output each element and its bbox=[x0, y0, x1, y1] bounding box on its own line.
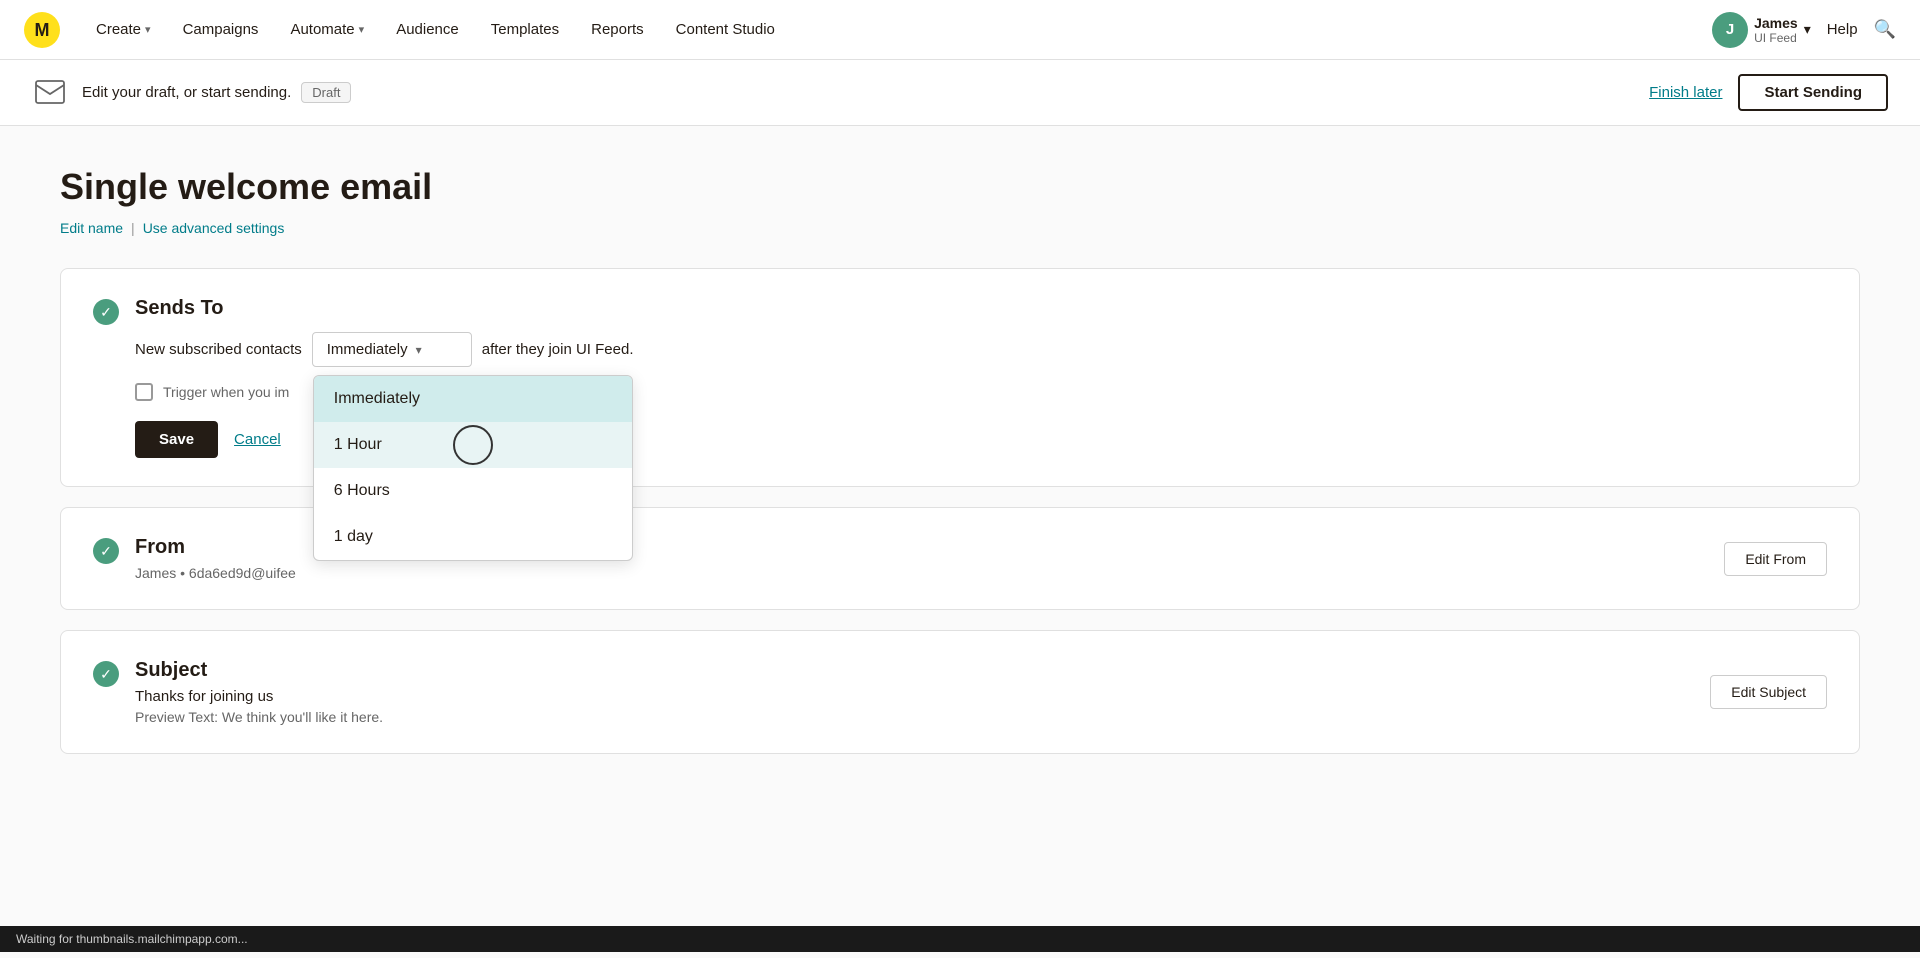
start-sending-button[interactable]: Start Sending bbox=[1738, 74, 1888, 111]
timing-dropdown-value: Immediately bbox=[327, 341, 408, 358]
avatar: J bbox=[1712, 12, 1748, 48]
subject-section-inner: ✓ Subject Thanks for joining us Preview … bbox=[93, 659, 1827, 725]
subject-text: Thanks for joining us bbox=[135, 688, 383, 705]
timing-dropdown[interactable]: Immediately ▾ Immediately 1 Hour 6 Hours bbox=[312, 332, 472, 367]
edit-name-link[interactable]: Edit name bbox=[60, 220, 123, 236]
help-link[interactable]: Help bbox=[1827, 21, 1858, 38]
from-left: ✓ From James • 6da6ed9d@uifee bbox=[93, 536, 296, 581]
nav-right: J James UI Feed ▾ Help 🔍 bbox=[1712, 12, 1896, 48]
draft-icon bbox=[32, 75, 68, 111]
mailchimp-logo[interactable]: M bbox=[24, 12, 60, 48]
sends-to-title: Sends To bbox=[135, 297, 224, 320]
status-bar-text: Waiting for thumbnails.mailchimpapp.com.… bbox=[16, 932, 248, 946]
nav-create[interactable]: Create ▾ bbox=[84, 15, 163, 44]
top-nav: M Create ▾ Campaigns Automate ▾ Audience… bbox=[0, 0, 1920, 60]
save-button[interactable]: Save bbox=[135, 421, 218, 458]
trigger-label: Trigger when you im bbox=[163, 384, 289, 400]
dropdown-option-immediately[interactable]: Immediately bbox=[314, 376, 632, 422]
from-detail: James • 6da6ed9d@uifee bbox=[135, 565, 296, 581]
timing-dropdown-menu: Immediately 1 Hour 6 Hours 1 day bbox=[313, 375, 633, 561]
edit-from-button[interactable]: Edit From bbox=[1724, 542, 1827, 576]
nav-templates[interactable]: Templates bbox=[479, 15, 571, 44]
nav-reports[interactable]: Reports bbox=[579, 15, 656, 44]
meta-divider: | bbox=[131, 220, 135, 236]
dropdown-option-6hours[interactable]: 6 Hours bbox=[314, 468, 632, 514]
sends-to-card: ✓ Sends To New subscribed contacts Immed… bbox=[60, 268, 1860, 487]
sends-to-prefix: New subscribed contacts bbox=[135, 341, 302, 358]
dropdown-option-1day[interactable]: 1 day bbox=[314, 514, 632, 560]
status-bar: Waiting for thumbnails.mailchimpapp.com.… bbox=[0, 926, 1920, 952]
sends-to-suffix: after they join UI Feed. bbox=[482, 341, 634, 358]
from-check-icon: ✓ bbox=[93, 538, 119, 564]
user-chevron-icon: ▾ bbox=[1804, 21, 1811, 38]
cursor-indicator bbox=[453, 425, 493, 465]
draft-bar-right: Finish later Start Sending bbox=[1649, 74, 1888, 111]
draft-bar-text: Edit your draft, or start sending. bbox=[82, 84, 291, 101]
nav-content-studio[interactable]: Content Studio bbox=[664, 15, 787, 44]
timing-dropdown-chevron-icon: ▾ bbox=[416, 343, 422, 357]
sends-to-check-icon: ✓ bbox=[93, 299, 119, 325]
automate-chevron-icon: ▾ bbox=[359, 23, 365, 36]
draft-bar: Edit your draft, or start sending. Draft… bbox=[0, 60, 1920, 126]
from-title: From bbox=[135, 536, 296, 559]
subject-left: ✓ Subject Thanks for joining us Preview … bbox=[93, 659, 383, 725]
subject-check-icon: ✓ bbox=[93, 661, 119, 687]
user-name: James bbox=[1754, 15, 1798, 31]
dropdown-option-1hour[interactable]: 1 Hour bbox=[314, 422, 632, 468]
user-menu[interactable]: J James UI Feed ▾ bbox=[1712, 12, 1811, 48]
trigger-checkbox[interactable] bbox=[135, 383, 153, 401]
draft-badge: Draft bbox=[301, 82, 351, 103]
nav-campaigns[interactable]: Campaigns bbox=[171, 15, 271, 44]
preview-text: Preview Text: We think you'll like it he… bbox=[135, 709, 383, 725]
page-meta: Edit name | Use advanced settings bbox=[60, 220, 1860, 236]
cancel-button[interactable]: Cancel bbox=[234, 431, 281, 448]
main-content: Single welcome email Edit name | Use adv… bbox=[0, 126, 1920, 958]
page-title: Single welcome email bbox=[60, 166, 1860, 208]
sends-to-row: New subscribed contacts Immediately ▾ Im… bbox=[135, 332, 1827, 367]
edit-subject-button[interactable]: Edit Subject bbox=[1710, 675, 1827, 709]
sends-to-body: New subscribed contacts Immediately ▾ Im… bbox=[135, 332, 1827, 458]
finish-later-button[interactable]: Finish later bbox=[1649, 84, 1722, 101]
search-icon[interactable]: 🔍 bbox=[1874, 19, 1896, 40]
use-advanced-settings-link[interactable]: Use advanced settings bbox=[143, 220, 285, 236]
user-sub: UI Feed bbox=[1754, 31, 1798, 45]
create-chevron-icon: ▾ bbox=[145, 23, 151, 36]
subject-title: Subject bbox=[135, 659, 383, 682]
nav-audience[interactable]: Audience bbox=[384, 15, 471, 44]
svg-text:M: M bbox=[35, 20, 50, 40]
sends-to-header: ✓ Sends To bbox=[93, 297, 1827, 326]
nav-automate[interactable]: Automate ▾ bbox=[278, 15, 376, 44]
subject-card: ✓ Subject Thanks for joining us Preview … bbox=[60, 630, 1860, 754]
